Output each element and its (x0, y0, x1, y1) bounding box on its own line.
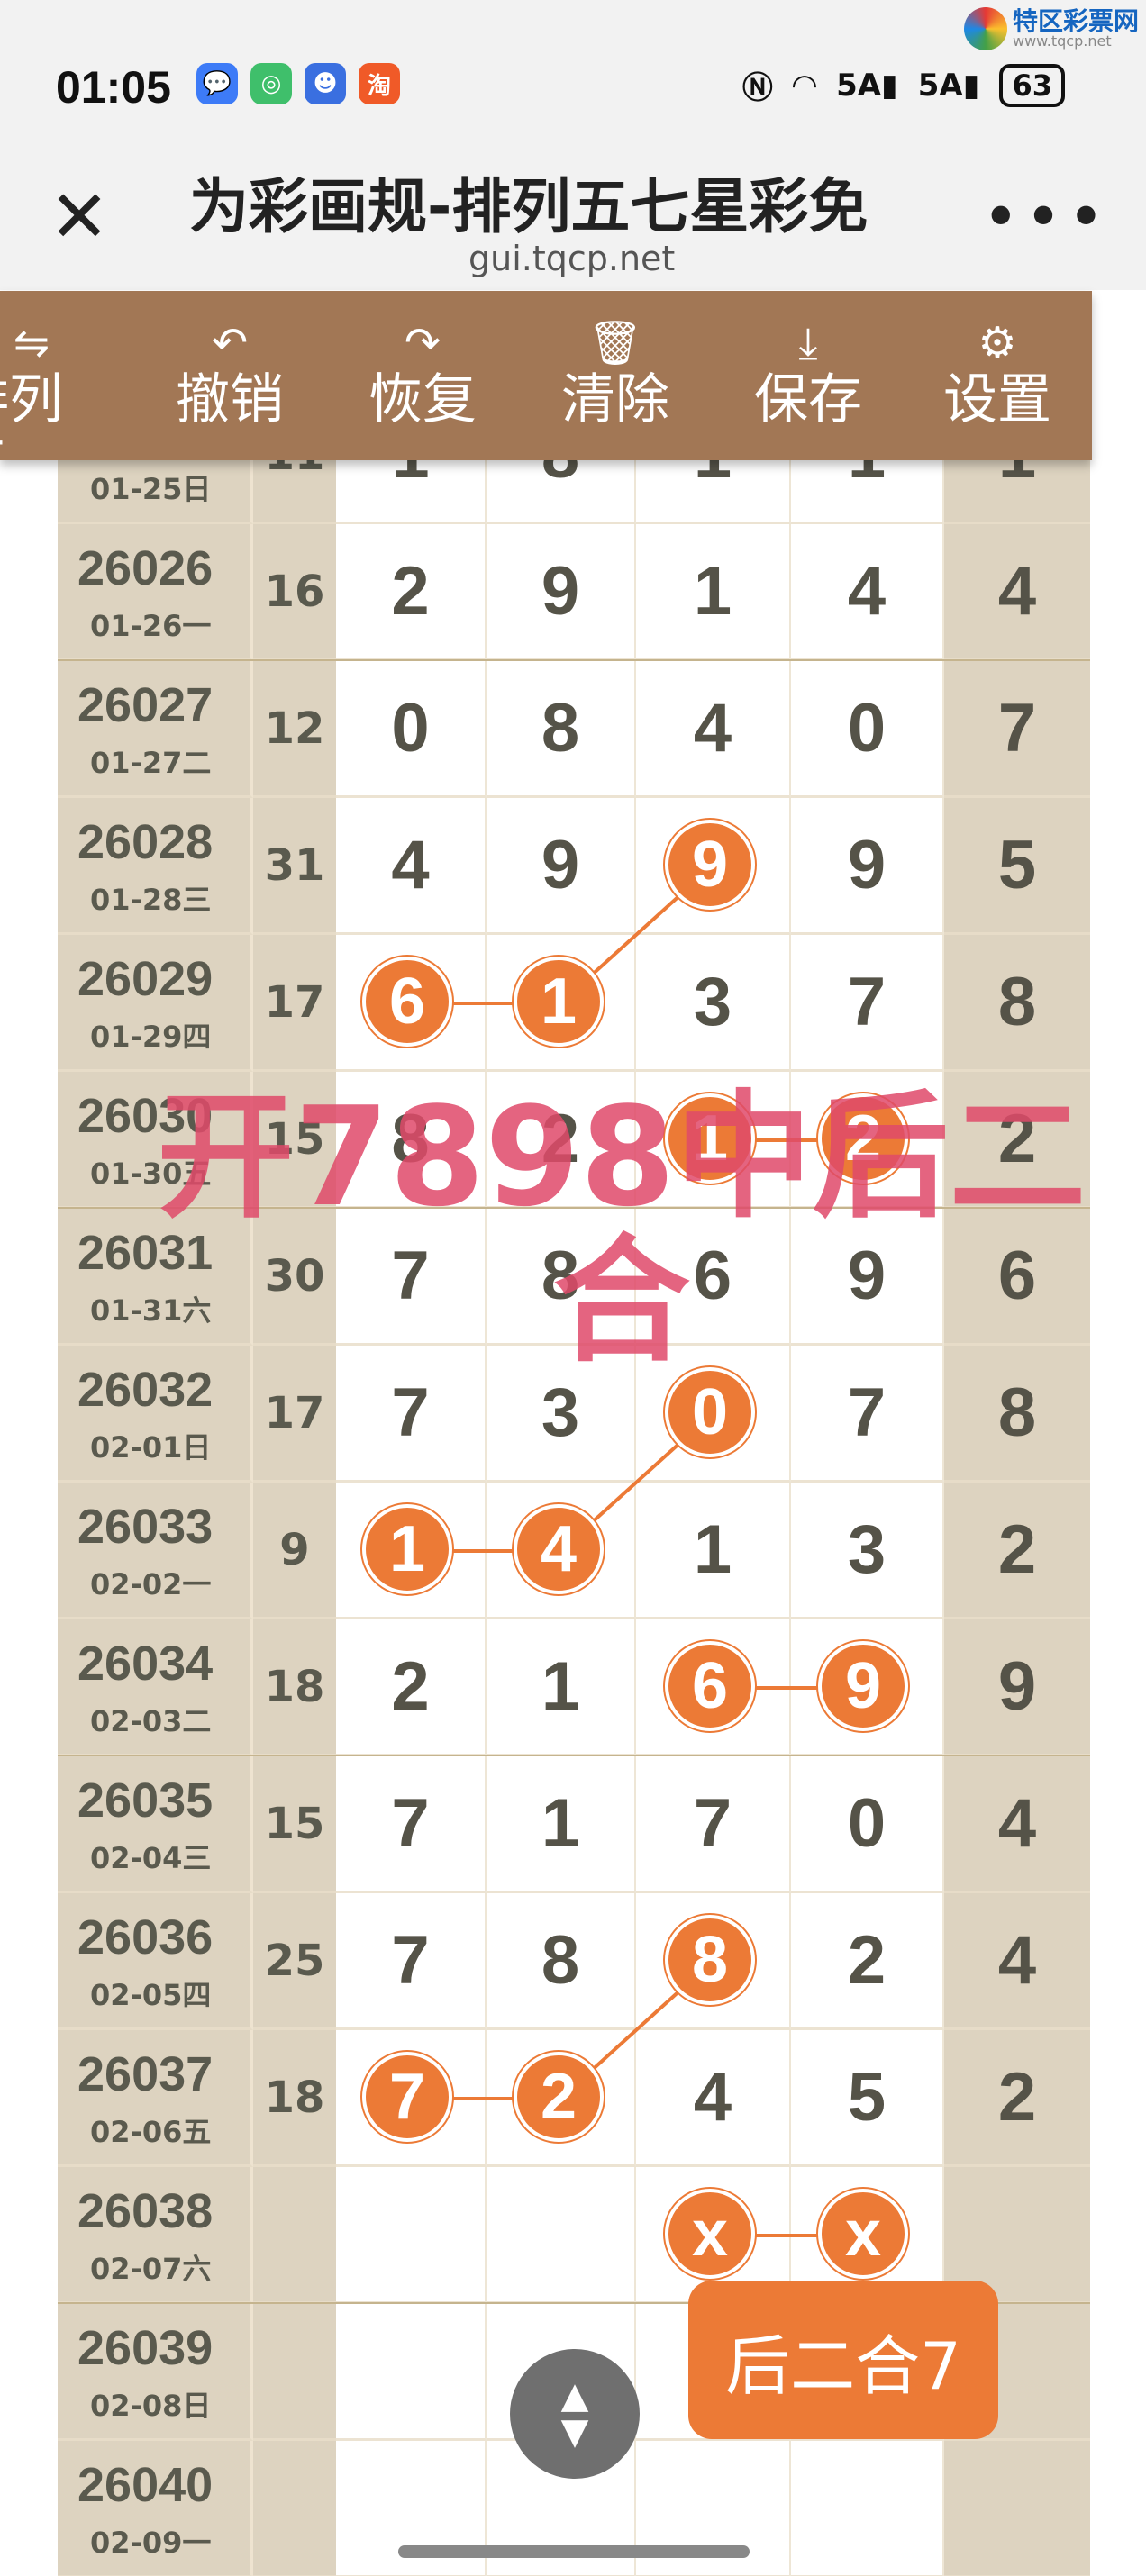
user-app-icon: ☻ (305, 63, 346, 104)
highlighted-digit[interactable]: 7 (362, 2052, 452, 2142)
watermark-logo: 特区彩票网 www.tqcp.net (963, 6, 1139, 50)
clear-label: 清除 (561, 368, 669, 431)
system-icons: Ⓝ ◠ 5A▮ 5A▮ 63 (742, 63, 1065, 107)
settings-icon: ⚙ (978, 318, 1017, 368)
highlighted-digit[interactable]: 1 (514, 957, 604, 1047)
signal-icon-1: 5A▮ (836, 67, 898, 104)
settings-button[interactable]: ⚙ 设置 (921, 318, 1074, 431)
clear-icon: 🗑 (587, 318, 643, 368)
save-icon: ⤓ (798, 318, 818, 368)
home-indicator[interactable] (398, 2545, 750, 2558)
clock: 01:05 (56, 62, 171, 113)
more-menu-icon[interactable]: ••• (982, 180, 1110, 254)
scroll-toggle-button[interactable]: ▲ ▼ (510, 2349, 640, 2479)
redo-button[interactable]: ↷ 恢复 (346, 318, 499, 431)
page-title: 为彩画规-排列五七星彩免 (189, 172, 869, 241)
save-label: 保存 (754, 368, 862, 431)
highlighted-digit[interactable]: 9 (818, 1641, 908, 1731)
lottery-switch-button[interactable]: ⇋排列五 (0, 318, 108, 494)
redo-label: 恢复 (368, 368, 477, 431)
chat-bubble-icon: 💬 (196, 63, 238, 104)
redo-icon: ↷ (404, 318, 441, 368)
highlighted-digit[interactable]: 0 (665, 1367, 755, 1457)
lottery-switch-label: 排列五 (0, 368, 63, 494)
notification-icons: 💬 ◎ ☻ 淘 (196, 63, 400, 104)
taobao-app-icon: 淘 (359, 63, 400, 104)
undo-label: 撤销 (176, 368, 284, 431)
toolbar: ⇋排列五 ↶撤销 ↷恢复 🗑清除 ⤓保存 ⚙设置 (0, 291, 1092, 494)
save-button[interactable]: ⤓ 保存 (732, 318, 885, 431)
wifi-icon: ◠ (792, 67, 817, 104)
highlighted-digit[interactable]: 6 (665, 1641, 755, 1731)
highlighted-digit[interactable]: 1 (362, 1504, 452, 1594)
undo-icon: ↶ (211, 318, 249, 368)
hint-button[interactable]: 后二合7 (688, 2281, 998, 2439)
highlighted-digit[interactable]: x (665, 2189, 755, 2279)
highlighted-digit[interactable]: 6 (362, 957, 452, 1047)
undo-button[interactable]: ↶ 撤销 (153, 318, 306, 431)
shield-app-icon: ◎ (250, 63, 292, 104)
clear-button[interactable]: 🗑 清除 (539, 318, 692, 431)
watermark-title: 特区彩票网 (1012, 6, 1139, 36)
settings-label: 设置 (943, 368, 1051, 431)
nfc-icon: Ⓝ (741, 70, 773, 106)
lottery-switch-icon: ⇋ (13, 318, 50, 368)
highlighted-digit[interactable]: 9 (665, 820, 755, 910)
draw-table[interactable]: 2602501-25日11181112602601-26一16291442602… (58, 450, 1090, 2576)
highlighted-digit[interactable]: 4 (514, 1504, 604, 1594)
caret-down-icon: ▼ (560, 2411, 589, 2453)
browser-header: ✕ 为彩画规-排列五七星彩免 gui.tqcp.net ••• (0, 144, 1146, 290)
highlighted-digit[interactable]: 2 (514, 2052, 604, 2142)
caret-up-icon: ▲ (560, 2375, 589, 2417)
close-icon[interactable]: ✕ (43, 175, 115, 259)
battery-icon: 63 (999, 63, 1065, 107)
highlighted-digit[interactable]: 8 (665, 1915, 755, 2005)
signal-icon-2: 5A▮ (917, 67, 980, 104)
highlighted-digit[interactable]: x (818, 2189, 908, 2279)
watermark-url: www.tqcp.net (1012, 32, 1112, 50)
overlay-annotation: 开7898中后二合 (157, 1077, 1087, 1381)
page-url: gui.tqcp.net (468, 239, 676, 278)
logo-swirl-icon (963, 7, 1007, 50)
